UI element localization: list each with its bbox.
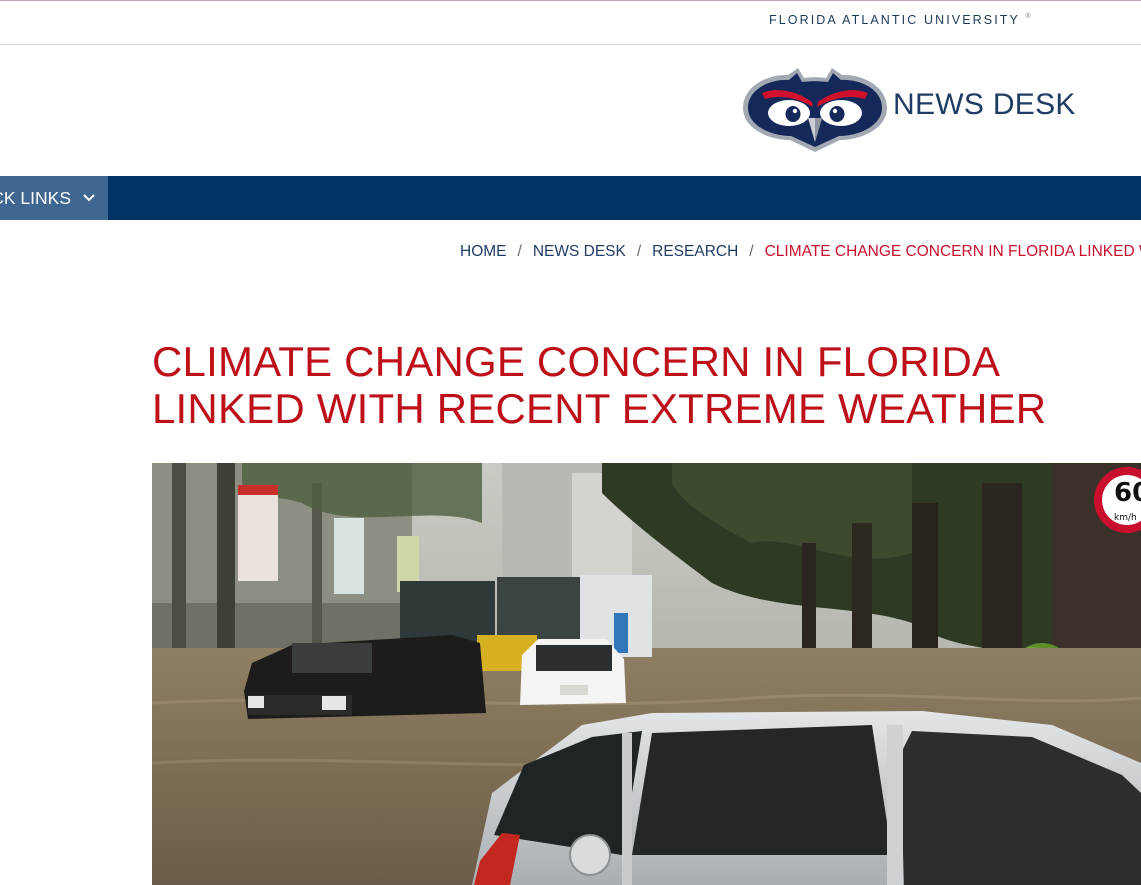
site-brand[interactable]: NEWS DESK: [740, 66, 1075, 154]
speed-sign-value: 60: [1114, 478, 1141, 508]
quick-links-label: QUICK LINKS: [0, 188, 71, 208]
hero-image: 60 km/h: [152, 463, 1141, 885]
university-name: FLORIDA ATLANTIC UNIVERSITY: [769, 13, 1020, 27]
breadcrumb-separator: /: [636, 243, 642, 260]
utility-bar: FLORIDA ATLANTIC UNIVERSITY ®: [0, 1, 1141, 45]
article-headline: CLIMATE CHANGE CONCERN IN FLORIDA LINKED…: [152, 338, 1112, 432]
owl-logo-icon: [743, 68, 887, 152]
breadcrumb-home[interactable]: HOME: [460, 243, 507, 260]
university-link[interactable]: FLORIDA ATLANTIC UNIVERSITY ®: [769, 13, 1030, 27]
site-title: NEWS DESK: [893, 88, 1076, 121]
main-nav: QUICK LINKS: [0, 176, 1141, 220]
breadcrumb-news-desk[interactable]: NEWS DESK: [533, 243, 626, 260]
breadcrumb-research[interactable]: RESEARCH: [652, 243, 738, 260]
registered-mark: ®: [1025, 13, 1031, 20]
breadcrumb-separator: /: [517, 243, 522, 260]
breadcrumb: HOME / NEWS DESK / RESEARCH / CLIMATE CHANGE C…: [460, 243, 1141, 261]
quick-links-menu[interactable]: QUICK LINKS: [0, 176, 108, 220]
headline-line-1: CLIMATE CHANGE CONCERN IN FLORIDA: [152, 338, 1001, 385]
chevron-down-icon: [83, 194, 95, 202]
breadcrumb-current: CLIMATE CHANGE CONCERN IN FLORIDA LINKED…: [764, 243, 1141, 260]
speed-sign-unit: km/h: [1114, 513, 1137, 523]
breadcrumb-separator: /: [749, 243, 754, 260]
flooded-street-photo: 60 km/h: [152, 463, 1141, 885]
headline-line-2: LINKED WITH RECENT EXTREME WEATHER: [152, 385, 1047, 432]
